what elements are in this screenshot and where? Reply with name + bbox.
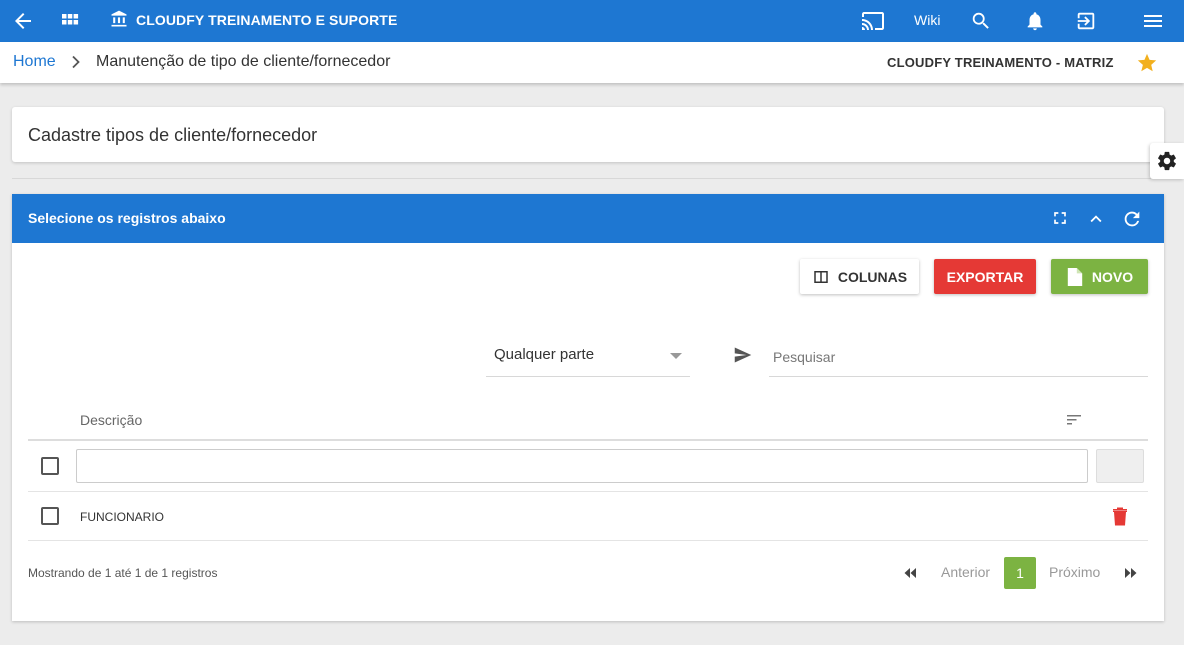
back-arrow-icon[interactable] (8, 0, 38, 42)
first-page-icon[interactable] (903, 566, 917, 584)
exit-icon[interactable] (1074, 0, 1098, 42)
chevron-right-icon (70, 55, 82, 74)
search-mode-value: Qualquer parte (494, 346, 595, 363)
filter-action-button[interactable] (1096, 449, 1144, 483)
current-page-button[interactable]: 1 (1004, 557, 1036, 589)
search-mode-select[interactable]: Qualquer parte (486, 334, 690, 377)
new-button[interactable]: NOVO (1051, 259, 1148, 294)
header-divider (28, 439, 1148, 441)
records-count: Mostrando de 1 até 1 de 1 registros (28, 566, 218, 580)
page-title-card: Cadastre tipos de cliente/fornecedor (12, 107, 1164, 162)
records-panel: Selecione os registros abaixo COLUNAS EX… (12, 194, 1164, 621)
description-filter-input[interactable] (76, 449, 1088, 483)
row-divider (28, 491, 1148, 492)
chevron-up-icon[interactable] (1085, 208, 1107, 235)
new-file-icon (1067, 267, 1083, 286)
apps-grid-icon[interactable] (58, 0, 82, 42)
breadcrumb: Home Manutenção de tipo de cliente/forne… (0, 42, 1184, 83)
sort-icon[interactable] (1066, 413, 1082, 432)
dropdown-caret-icon (670, 353, 682, 359)
search-icon[interactable] (969, 0, 993, 42)
top-app-bar: CLOUDFY TREINAMENTO E SUPORTE Wiki (0, 0, 1184, 42)
panel-title: Selecione os registros abaixo (28, 210, 226, 226)
gear-icon (1158, 151, 1176, 171)
section-divider (12, 178, 1164, 179)
row-divider (28, 540, 1148, 541)
cell-descricao: FUNCIONARIO (80, 510, 164, 524)
app-title: CLOUDFY TREINAMENTO E SUPORTE (136, 12, 398, 28)
company-name[interactable]: CLOUDFY TREINAMENTO - MATRIZ (887, 55, 1114, 70)
panel-header: Selecione os registros abaixo (12, 194, 1164, 243)
columns-button[interactable]: COLUNAS (800, 259, 919, 294)
select-all-checkbox[interactable] (41, 457, 59, 475)
star-icon[interactable] (1136, 52, 1158, 79)
search-input[interactable] (769, 334, 1148, 377)
export-button[interactable]: EXPORTAR (934, 259, 1036, 294)
previous-page-link[interactable]: Anterior (941, 564, 990, 580)
fullscreen-icon[interactable] (1050, 208, 1070, 233)
settings-button[interactable] (1150, 143, 1184, 179)
refresh-icon[interactable] (1121, 208, 1143, 235)
new-label: NOVO (1091, 268, 1134, 285)
breadcrumb-home-link[interactable]: Home (13, 53, 56, 71)
last-page-icon[interactable] (1124, 566, 1138, 584)
bell-icon[interactable] (1023, 0, 1047, 42)
breadcrumb-current: Manutenção de tipo de cliente/fornecedor (96, 53, 391, 70)
row-checkbox[interactable] (41, 507, 59, 525)
wiki-link[interactable]: Wiki (914, 0, 940, 40)
next-page-link[interactable]: Próximo (1049, 564, 1100, 580)
columns-icon (814, 270, 828, 283)
export-label: EXPORTAR (946, 268, 1024, 285)
column-header-descricao[interactable]: Descrição (80, 412, 142, 428)
menu-icon[interactable] (1140, 0, 1166, 42)
bank-icon (108, 0, 130, 38)
page-title: Cadastre tipos de cliente/fornecedor (28, 125, 318, 145)
send-icon[interactable] (734, 347, 752, 368)
columns-label: COLUNAS (837, 268, 908, 285)
cast-icon[interactable] (860, 0, 886, 42)
delete-icon[interactable] (1112, 506, 1128, 531)
